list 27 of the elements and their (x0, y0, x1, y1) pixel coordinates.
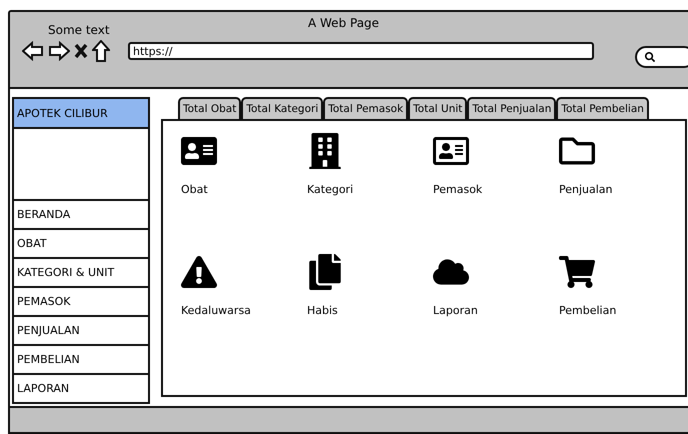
cart-icon[interactable] (559, 254, 595, 290)
tile-label: Pembelian (559, 304, 616, 317)
warning-icon[interactable] (181, 254, 217, 290)
address-field[interactable]: https:// (128, 42, 594, 60)
back-arrow-icon[interactable] (22, 41, 44, 61)
tile-label: Laporan (433, 304, 478, 317)
tab[interactable]: Total Penjualan (467, 97, 556, 119)
tile-label: Penjualan (559, 183, 613, 196)
caption-text: Some text (48, 23, 110, 37)
forward-arrow-icon[interactable] (48, 41, 70, 61)
documents-icon[interactable] (307, 254, 343, 290)
building-icon[interactable] (307, 133, 343, 169)
tab[interactable]: Total Unit (408, 97, 468, 119)
tile-label: Kategori (307, 183, 354, 196)
tile-label: Kedaluwarsa (181, 304, 251, 317)
window-title: A Web Page (308, 16, 380, 30)
close-icon[interactable] (74, 43, 88, 59)
sidebar-title: APOTEK CILIBUR (14, 97, 148, 129)
search-icon (645, 52, 655, 62)
tab[interactable]: Total Pembelian (556, 97, 649, 119)
search-field[interactable] (635, 46, 688, 68)
tab[interactable]: Total Pemasok (323, 97, 408, 119)
tile-label: Pemasok (433, 183, 482, 196)
tile-label: Obat (181, 183, 208, 196)
tile-label: Habis (307, 304, 338, 317)
tab[interactable]: Total Kategori (241, 97, 324, 119)
tab[interactable]: Total Obat (178, 97, 242, 119)
